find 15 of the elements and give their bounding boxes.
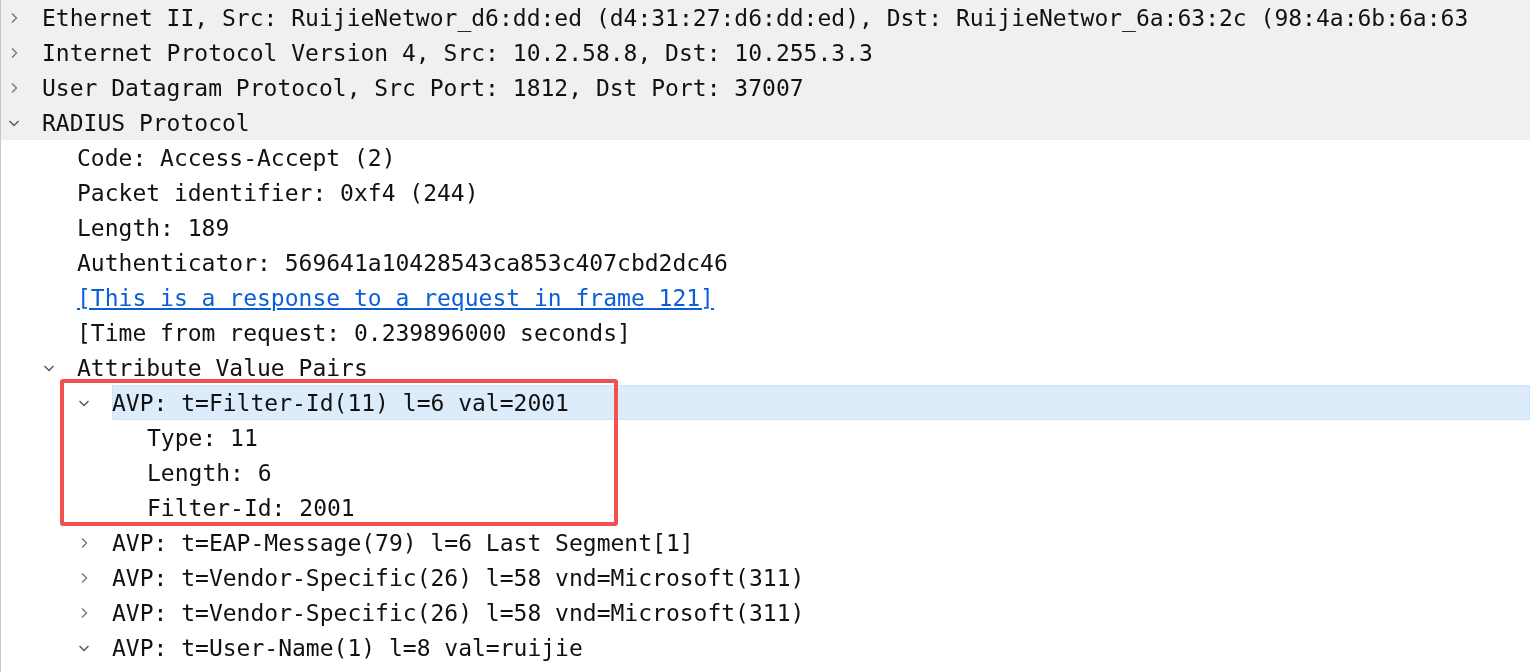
tree-item[interactable]: Filter-Id: 2001 xyxy=(147,490,1530,525)
tree-item[interactable]: Packet identifier: 0xf4 (244) xyxy=(77,175,1530,210)
tree-item[interactable]: Attribute Value Pairs xyxy=(77,350,1530,385)
tree-item[interactable]: AVP: t=Filter-Id(11) l=6 val=2001 xyxy=(112,385,1530,420)
tree-item[interactable]: Code: Access-Accept (2) xyxy=(77,140,1530,175)
tree-item[interactable]: AVP: t=Vendor-Specific(26) l=58 vnd=Microsoft(311) xyxy=(112,595,1530,630)
frame-link[interactable]: [This is a response to a request in frame 121] xyxy=(77,280,1530,315)
tree-item[interactable]: Authenticator: 569641a10428543ca853c407cbd2dc46 xyxy=(77,245,1530,280)
tree-item[interactable]: AVP: t=EAP-Message(79) l=6 Last Segment[1] xyxy=(112,525,1530,560)
tree-item[interactable]: [Time from request: 0.239896000 seconds] xyxy=(77,315,1530,350)
tree-item[interactable]: AVP: t=Vendor-Specific(26) l=58 vnd=Microsoft(311) xyxy=(112,560,1530,595)
tree-item[interactable]: Length: 6 xyxy=(147,455,1530,490)
tree-item[interactable]: AVP: t=User-Name(1) l=8 val=ruijie xyxy=(112,630,1530,665)
tree-item[interactable]: Length: 189 xyxy=(77,210,1530,245)
tree-item[interactable]: Type: 11 xyxy=(147,420,1530,455)
